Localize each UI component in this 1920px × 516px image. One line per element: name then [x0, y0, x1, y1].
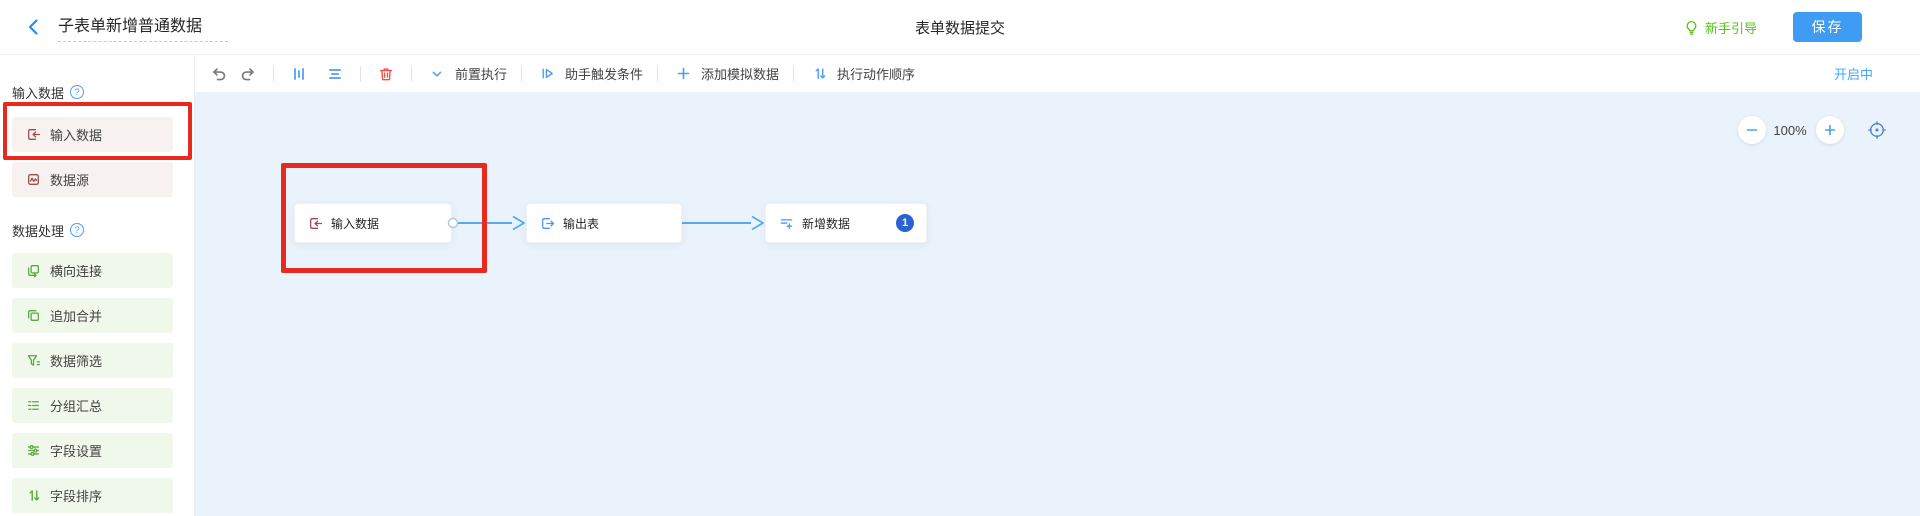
node-count-badge: 1 [896, 214, 914, 232]
pre-exec-label: 前置执行 [455, 64, 507, 83]
play-trigger-icon [536, 63, 558, 85]
flow-node-input-data[interactable]: 输入数据 [294, 203, 452, 243]
header-right: 新手引导 保存 [1684, 12, 1862, 42]
help-icon[interactable]: ? [70, 85, 84, 99]
document-title[interactable]: 子表单新增普通数据 [58, 12, 228, 42]
delete-icon[interactable] [375, 63, 397, 85]
sort-order-icon [808, 63, 830, 85]
connector-layer [195, 92, 1920, 516]
output-table-icon [540, 216, 555, 231]
sidebar-item-label: 横向连接 [50, 261, 102, 280]
undo-icon[interactable] [207, 63, 229, 85]
status-badge[interactable]: 开启中 [1834, 64, 1873, 83]
node-label: 输入数据 [331, 215, 379, 232]
section-title-label: 数据处理 [12, 221, 64, 240]
assistant-trigger-label: 助手触发条件 [565, 64, 643, 83]
save-button[interactable]: 保存 [1793, 12, 1862, 42]
flow-node-output-table[interactable]: 输出表 [526, 203, 682, 243]
toolbar-divider [273, 66, 274, 82]
append-merge-icon [26, 308, 41, 323]
lightbulb-icon [1684, 20, 1699, 35]
sidebar-item-input-data[interactable]: 输入数据 [12, 117, 173, 152]
toolbar-divider [793, 66, 794, 82]
add-mock-data-label: 添加模拟数据 [701, 64, 779, 83]
toolbar-divider [657, 66, 658, 82]
assistant-trigger-button[interactable]: 助手触发条件 [536, 63, 643, 85]
import-icon [308, 216, 323, 231]
sidebar-item-label: 数据筛选 [50, 351, 102, 370]
section-title-data-processing: 数据处理 ? [0, 221, 194, 239]
back-icon[interactable] [24, 17, 44, 37]
align-horizontal-icon[interactable] [324, 63, 346, 85]
filter-icon [26, 353, 41, 368]
node-label: 输出表 [563, 215, 599, 232]
locate-center-icon[interactable] [1867, 120, 1887, 140]
section-title-label: 输入数据 [12, 83, 64, 102]
sidebar-item-field-sort[interactable]: 字段排序 [12, 478, 173, 513]
node-palette-sidebar: 输入数据 ? 输入数据 数据源 数据处理 ? [0, 55, 195, 516]
plus-icon [672, 63, 694, 85]
import-icon [26, 127, 41, 142]
sidebar-item-label: 字段设置 [50, 441, 102, 460]
zoom-in-button[interactable] [1816, 116, 1844, 144]
flow-toolbar: 前置执行 助手触发条件 添加模拟数据 [195, 55, 1920, 92]
add-mock-data-button[interactable]: 添加模拟数据 [672, 63, 779, 85]
group-summary-icon [26, 398, 41, 413]
main-column: 前置执行 助手触发条件 添加模拟数据 [195, 55, 1920, 516]
app-header: 子表单新增普通数据 表单数据提交 新手引导 保存 [0, 0, 1920, 55]
chevron-down-icon [426, 63, 448, 85]
pre-exec-button[interactable]: 前置执行 [426, 63, 507, 85]
add-data-icon [779, 216, 794, 231]
node-label: 新增数据 [802, 215, 850, 232]
toolbar-divider [521, 66, 522, 82]
page-title: 表单数据提交 [0, 17, 1920, 38]
section-title-input-data: 输入数据 ? [0, 83, 194, 101]
flow-node-add-data[interactable]: 新增数据 1 [765, 203, 927, 243]
zoom-out-button[interactable] [1738, 116, 1766, 144]
exec-order-button[interactable]: 执行动作顺序 [808, 63, 915, 85]
exec-order-label: 执行动作顺序 [837, 64, 915, 83]
sidebar-item-label: 追加合并 [50, 306, 102, 325]
app-body: 输入数据 ? 输入数据 数据源 数据处理 ? [0, 55, 1920, 516]
sidebar-item-label: 字段排序 [50, 486, 102, 505]
sidebar-item-label: 分组汇总 [50, 396, 102, 415]
sidebar-item-data-filter[interactable]: 数据筛选 [12, 343, 173, 378]
header-left: 子表单新增普通数据 [24, 12, 228, 42]
align-vertical-icon[interactable] [288, 63, 310, 85]
app-root: 子表单新增普通数据 表单数据提交 新手引导 保存 输入数据 ? [0, 0, 1920, 516]
arrowhead-icon [752, 217, 763, 230]
toolbar-divider [411, 66, 412, 82]
toolbar-divider [360, 66, 361, 82]
sidebar-item-group-summary[interactable]: 分组汇总 [12, 388, 173, 423]
help-icon[interactable]: ? [70, 223, 84, 237]
horizontal-join-icon [26, 263, 41, 278]
zoom-level-label: 100% [1765, 123, 1815, 138]
sidebar-item-datasource[interactable]: 数据源 [12, 162, 173, 197]
sidebar-item-field-settings[interactable]: 字段设置 [12, 433, 173, 468]
sidebar-item-horizontal-join[interactable]: 横向连接 [12, 253, 173, 288]
datasource-icon [26, 172, 41, 187]
sidebar-item-label: 数据源 [50, 170, 89, 189]
sidebar-item-label: 输入数据 [50, 125, 102, 144]
beginner-guide-link[interactable]: 新手引导 [1684, 18, 1757, 37]
beginner-guide-label: 新手引导 [1705, 18, 1757, 37]
arrowhead-icon [513, 217, 524, 230]
field-settings-icon [26, 443, 41, 458]
sidebar-item-append-merge[interactable]: 追加合并 [12, 298, 173, 333]
field-sort-icon [26, 488, 41, 503]
flow-canvas[interactable]: 输入数据 输出表 新增数据 1 [195, 92, 1920, 516]
redo-icon[interactable] [237, 63, 259, 85]
